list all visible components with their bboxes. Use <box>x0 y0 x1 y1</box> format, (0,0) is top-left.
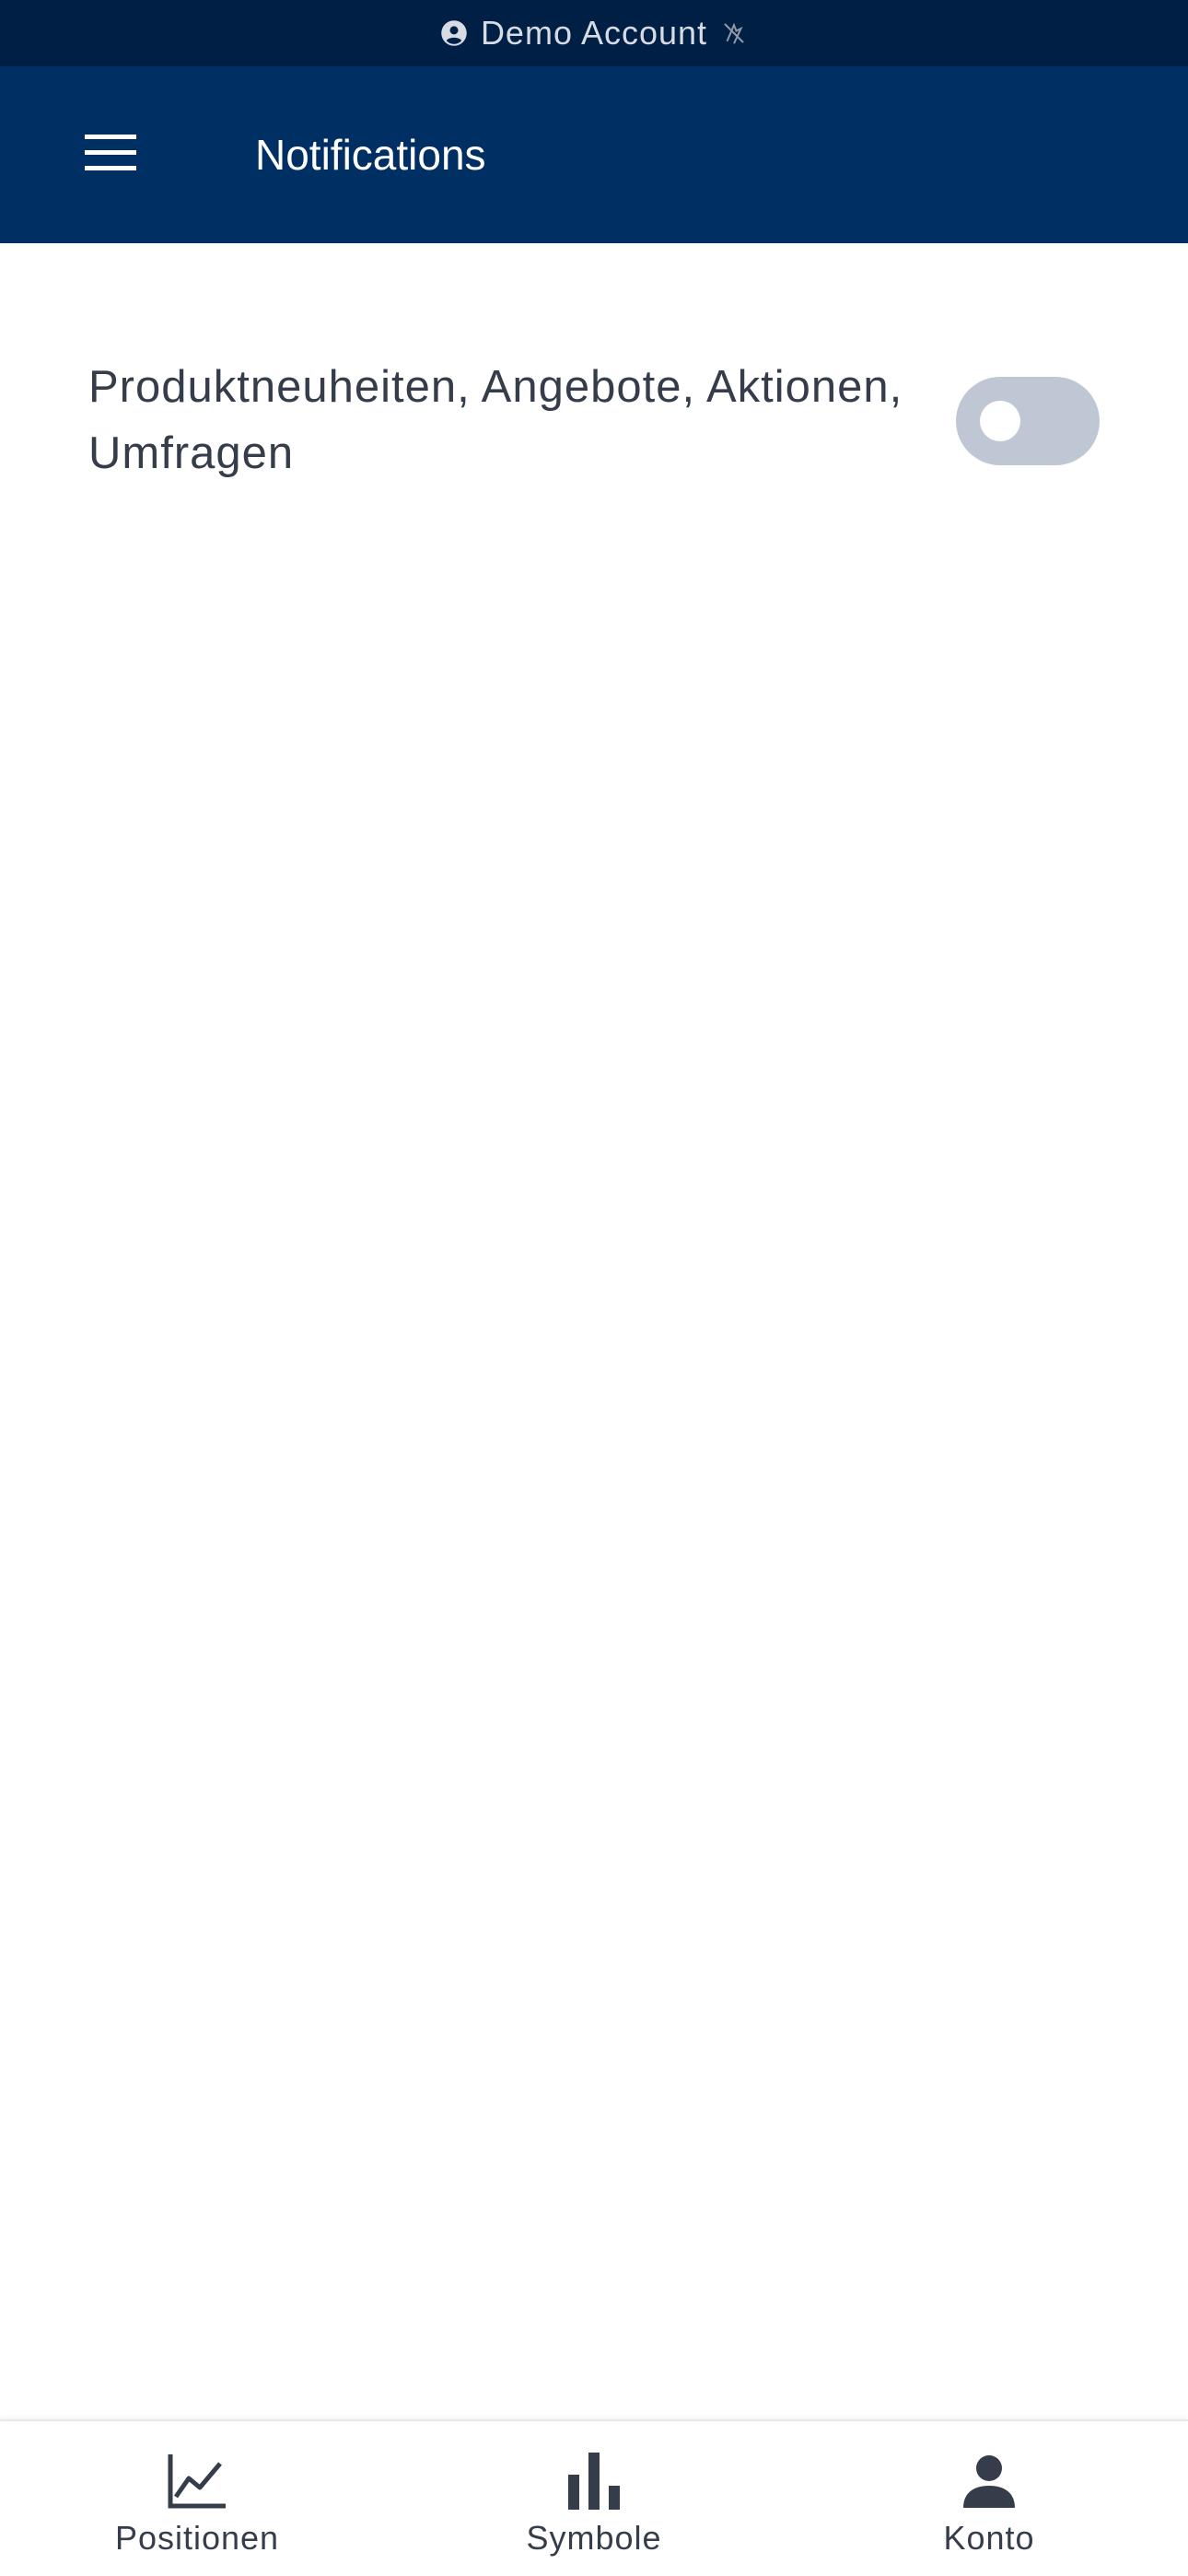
hamburger-menu-icon <box>85 134 136 176</box>
nav-label-symbole: Symbole <box>526 2519 662 2557</box>
person-icon <box>957 2449 1021 2513</box>
nav-item-konto[interactable]: Konto <box>851 2421 1127 2576</box>
signal-off-icon <box>720 19 748 47</box>
nav-label-konto: Konto <box>943 2519 1035 2557</box>
account-strip: Demo Account <box>0 0 1188 66</box>
account-circle-icon <box>440 19 468 47</box>
toggle-knob <box>980 401 1020 441</box>
app-screen: Demo Account Notifications Produktneuhei… <box>0 0 1188 2576</box>
bottom-navigation: Positionen Symbole Konto <box>0 2419 1188 2576</box>
app-header: Notifications <box>0 66 1188 243</box>
account-label: Demo Account <box>480 14 708 52</box>
nav-item-symbole[interactable]: Symbole <box>456 2421 732 2576</box>
nav-label-positionen: Positionen <box>114 2519 280 2557</box>
menu-button[interactable] <box>77 127 144 182</box>
setting-label: Produktneuheiten, Angebote, Aktionen, Um… <box>88 362 903 478</box>
page-title: Notifications <box>255 131 486 179</box>
bar-chart-icon <box>562 2449 626 2513</box>
nav-item-positionen[interactable]: Positionen <box>59 2421 335 2576</box>
line-chart-icon <box>165 2449 229 2513</box>
notification-toggle[interactable] <box>956 377 1100 465</box>
